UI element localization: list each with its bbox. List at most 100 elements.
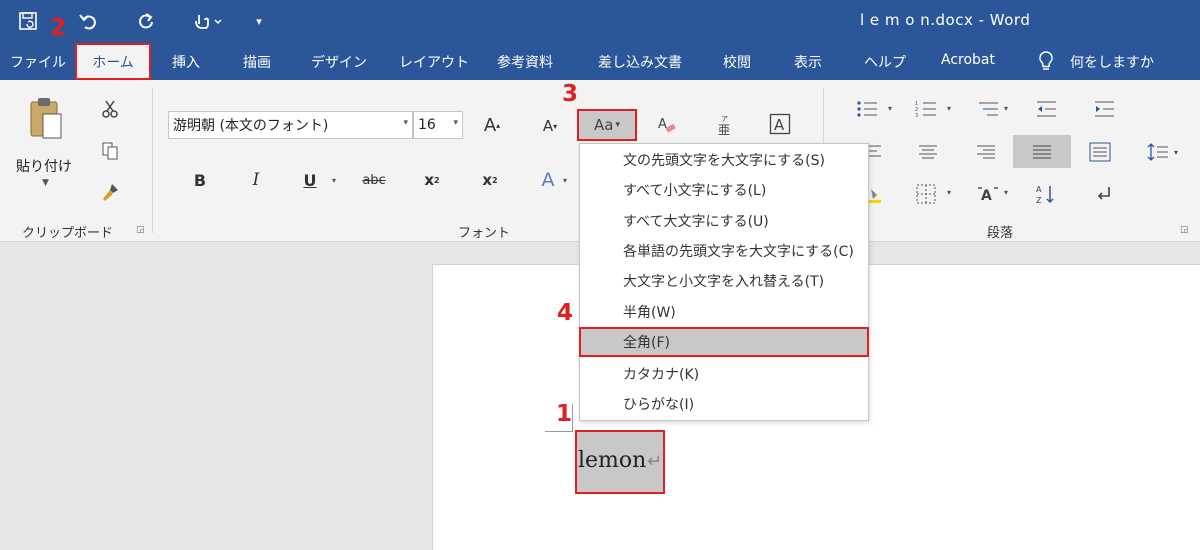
multilevel-dropdown-icon[interactable]: ▾ [1004, 104, 1008, 113]
redo-icon[interactable] [132, 8, 160, 34]
decrease-indent-icon[interactable] [1034, 98, 1058, 120]
svg-text:Z: Z [1036, 196, 1042, 205]
tab-file[interactable]: ファイル [10, 52, 66, 72]
sort-icon[interactable]: AZ [1034, 182, 1058, 206]
change-case-button[interactable]: Aa ▾ [577, 109, 637, 141]
tab-draw[interactable]: 描画 [243, 52, 271, 72]
paragraph-launcher-icon[interactable]: ◲ [1180, 225, 1189, 235]
font-size-combo[interactable]: 16 ▾ [413, 111, 463, 139]
tab-acrobat[interactable]: Acrobat [941, 52, 995, 68]
shading-icon[interactable] [868, 183, 882, 205]
numbering-dropdown-icon[interactable]: ▾ [947, 104, 951, 113]
paste-label[interactable]: 貼り付け [16, 156, 72, 176]
paste-dropdown-icon[interactable]: ▼ [42, 178, 49, 188]
strikethrough-icon[interactable]: abc [360, 168, 388, 192]
character-border-icon[interactable]: A [768, 112, 792, 136]
text-effects-dropdown-icon[interactable]: ▾ [563, 176, 567, 185]
menu-item-half-width[interactable]: 半角(W) [580, 297, 868, 327]
font-size-value: 16 [418, 117, 436, 133]
phonetic-guide-icon[interactable]: ア亜 [712, 112, 738, 138]
menu-item-sentence-case[interactable]: 文の先頭文字を大文字にする(S) [580, 145, 868, 175]
menu-item-hiragana[interactable]: ひらがな(I) [580, 389, 868, 419]
group-separator [152, 88, 153, 233]
align-center-icon[interactable] [916, 141, 940, 163]
tab-layout[interactable]: レイアウト [399, 52, 469, 72]
underline-dropdown-icon[interactable]: ▾ [332, 176, 336, 185]
step-number-4: 4 [557, 300, 574, 326]
italic-icon[interactable]: I [244, 168, 268, 192]
document-text[interactable]: lemon [578, 448, 646, 473]
svg-text:亜: 亜 [718, 123, 730, 137]
undo-icon[interactable] [74, 8, 102, 34]
format-painter-icon[interactable] [98, 180, 122, 204]
asian-layout-icon[interactable]: A [976, 182, 1000, 206]
clipboard-group-label: クリップボード [22, 226, 114, 241]
line-spacing-dropdown-icon[interactable]: ▾ [1174, 148, 1178, 157]
font-name-dropdown-icon[interactable]: ▾ [403, 118, 408, 128]
clipboard-launcher-icon[interactable]: ◲ [136, 225, 145, 235]
numbering-icon[interactable]: 123 [914, 98, 938, 120]
align-right-icon[interactable] [974, 141, 998, 163]
tab-design[interactable]: デザイン [311, 52, 367, 72]
underline-icon[interactable]: U [298, 168, 322, 192]
customize-qat-icon[interactable]: ▾ [250, 8, 268, 34]
asian-layout-dropdown-icon[interactable]: ▾ [1004, 188, 1008, 197]
menu-item-lowercase[interactable]: すべて小文字にする(L) [580, 175, 868, 205]
align-left-icon[interactable] [868, 141, 882, 163]
tab-view[interactable]: 表示 [794, 52, 822, 72]
step-number-2: 2 [50, 15, 67, 41]
menu-item-katakana[interactable]: カタカナ(K) [580, 359, 868, 389]
tab-help[interactable]: ヘルプ [864, 52, 906, 72]
bullets-dropdown-icon[interactable]: ▾ [888, 104, 892, 113]
svg-text:A: A [774, 116, 785, 134]
svg-text:A: A [658, 117, 667, 132]
tab-mailings[interactable]: 差し込み文書 [598, 52, 682, 72]
increase-indent-icon[interactable] [1092, 98, 1116, 120]
grow-font-icon[interactable]: A ▴ [480, 112, 504, 138]
svg-text:ア: ア [721, 115, 728, 123]
paragraph-mark: ↵ [647, 451, 663, 472]
step-number-1: 1 [556, 401, 573, 427]
subscript-icon[interactable]: x2 [420, 168, 444, 192]
cut-icon[interactable] [98, 97, 122, 121]
svg-text:A: A [1036, 185, 1042, 194]
copy-icon[interactable] [98, 139, 122, 163]
multilevel-list-icon[interactable] [976, 98, 1000, 120]
margin-corner-mark [572, 404, 573, 432]
show-formatting-icon[interactable] [1092, 182, 1116, 206]
tell-me-search[interactable]: 何をしますか [1070, 52, 1154, 72]
clear-formatting-icon[interactable]: A [654, 112, 680, 138]
bullets-icon[interactable] [855, 98, 879, 120]
bold-icon[interactable]: B [188, 168, 212, 192]
borders-dropdown-icon[interactable]: ▾ [947, 188, 951, 197]
tab-review[interactable]: 校閲 [723, 52, 751, 72]
step-number-3: 3 [562, 81, 579, 107]
distributed-icon[interactable] [1088, 140, 1112, 164]
font-name-value: 游明朝 (本文のフォント) [173, 118, 329, 134]
menu-item-toggle-case[interactable]: 大文字と小文字を入れ替える(T) [580, 266, 868, 296]
tab-references[interactable]: 参考資料 [497, 52, 553, 72]
line-spacing-icon[interactable] [1146, 140, 1170, 164]
text-effects-icon[interactable]: A [536, 168, 560, 192]
menu-item-capitalize-words[interactable]: 各単語の先頭文字を大文字にする(C) [580, 236, 868, 266]
paragraph-group-label: 段落 [987, 226, 1014, 241]
svg-text:A: A [981, 188, 992, 204]
tab-home[interactable]: ホーム [75, 43, 151, 80]
change-case-icon: Aa [594, 116, 614, 134]
document-title: l e m o n.docx - Word [860, 11, 1031, 29]
font-size-dropdown-icon[interactable]: ▾ [453, 118, 458, 128]
superscript-icon[interactable]: x2 [478, 168, 502, 192]
menu-item-full-width[interactable]: 全角(F) [579, 327, 869, 357]
font-name-combo[interactable]: 游明朝 (本文のフォント) ▾ [168, 111, 413, 139]
lightbulb-icon [1036, 49, 1056, 75]
shrink-font-icon[interactable]: A ▾ [538, 114, 562, 138]
borders-icon[interactable] [914, 182, 938, 206]
menu-item-uppercase[interactable]: すべて大文字にする(U) [580, 206, 868, 236]
save-icon[interactable] [14, 8, 42, 34]
justify-icon[interactable] [1013, 135, 1071, 168]
clipboard-paste-icon[interactable] [22, 94, 68, 144]
svg-text:3: 3 [915, 113, 918, 118]
tab-insert[interactable]: 挿入 [172, 52, 200, 72]
touch-mode-icon[interactable] [188, 8, 228, 34]
font-group-label: フォント [458, 226, 511, 241]
